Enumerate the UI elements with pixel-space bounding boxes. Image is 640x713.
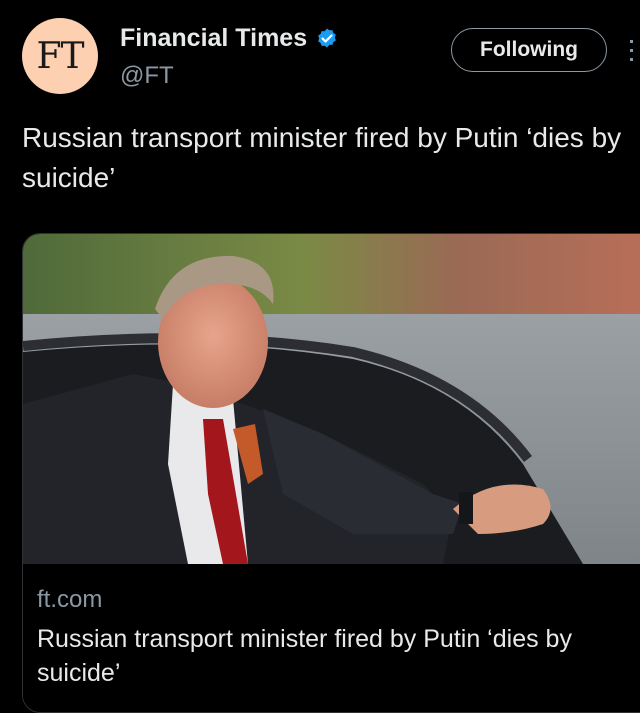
more-options-icon[interactable] bbox=[630, 40, 636, 67]
link-card[interactable]: ft.com Russian transport minister fired … bbox=[22, 233, 640, 713]
avatar-logo-text: FT bbox=[36, 35, 85, 77]
display-name[interactable]: Financial Times bbox=[120, 24, 307, 53]
tweet-text: Russian transport minister fired by Puti… bbox=[22, 122, 622, 193]
card-photo bbox=[23, 234, 640, 564]
verified-badge-icon bbox=[318, 28, 336, 47]
avatar[interactable]: FT bbox=[22, 18, 98, 94]
card-meta: ft.com Russian transport minister fired … bbox=[23, 564, 640, 712]
card-domain: ft.com bbox=[37, 586, 103, 613]
following-button[interactable]: Following bbox=[451, 28, 607, 72]
card-title[interactable]: Russian transport minister fired by Puti… bbox=[37, 622, 637, 690]
user-handle[interactable]: @FT bbox=[120, 62, 174, 90]
author-name-row: Financial Times bbox=[120, 24, 339, 53]
